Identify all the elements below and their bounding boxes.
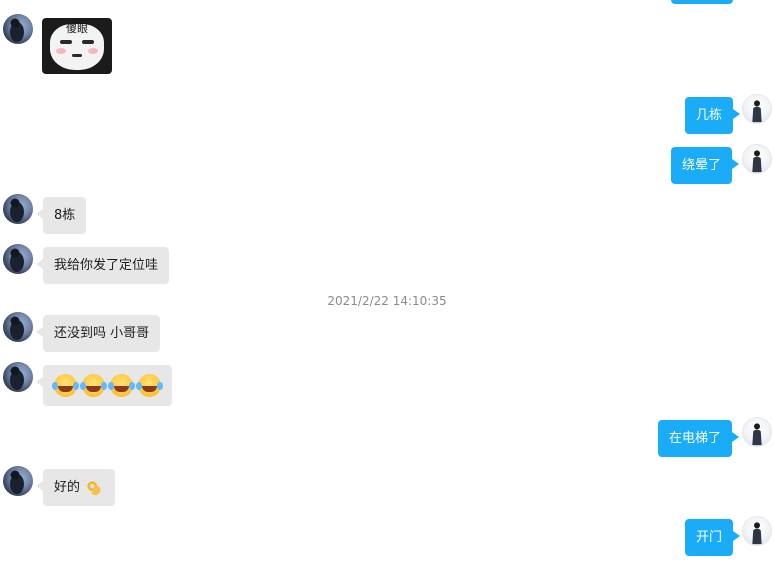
incoming-avatar[interactable]	[3, 14, 33, 44]
laugh-tears-emoji-icon	[52, 374, 77, 397]
laugh-tears-emoji-icon	[108, 374, 133, 397]
outgoing-avatar[interactable]	[742, 144, 772, 174]
outgoing-message[interactable]: 几栋	[685, 97, 741, 134]
incoming-message[interactable]: 还没到吗 小哥哥	[35, 315, 161, 352]
outgoing-avatar[interactable]	[742, 417, 772, 447]
outgoing-message[interactable]: 绕晕了	[671, 147, 740, 184]
incoming-emoji-message[interactable]	[36, 365, 172, 406]
incoming-avatar[interactable]	[3, 244, 33, 274]
message-text: 几栋	[696, 108, 723, 123]
outgoing-message[interactable]: 开门	[685, 519, 741, 556]
incoming-avatar[interactable]	[3, 312, 33, 342]
incoming-avatar[interactable]	[3, 466, 33, 496]
message-text: 开门	[696, 530, 723, 545]
message-text: 好的	[54, 480, 81, 495]
outgoing-message[interactable]: 在电梯了	[658, 420, 740, 457]
laugh-tears-emoji-icon	[136, 374, 161, 397]
sticker-caption: 傻眼	[66, 22, 88, 35]
message-text: 还没到吗 小哥哥	[54, 326, 150, 341]
incoming-message[interactable]: 我给你发了定位哇	[35, 247, 170, 284]
incoming-avatar[interactable]	[3, 362, 33, 392]
ok-hand-emoji-icon	[87, 480, 101, 495]
incoming-message[interactable]: 8栋	[35, 197, 87, 234]
message-text: 我给你发了定位哇	[54, 258, 159, 273]
message-text: 8栋	[54, 208, 76, 223]
sticker-image[interactable]: 傻眼	[42, 18, 112, 74]
laugh-tears-emoji-icon	[80, 374, 105, 397]
outgoing-message-cropped	[671, 0, 733, 4]
message-text: 绕晕了	[682, 158, 722, 173]
incoming-avatar[interactable]	[3, 194, 33, 224]
message-timestamp: 2021/2/22 14:10:35	[327, 294, 447, 308]
outgoing-avatar[interactable]	[742, 516, 772, 546]
outgoing-avatar[interactable]	[742, 94, 772, 124]
incoming-message[interactable]: 好的	[35, 469, 116, 506]
message-text: 在电梯了	[669, 431, 722, 446]
